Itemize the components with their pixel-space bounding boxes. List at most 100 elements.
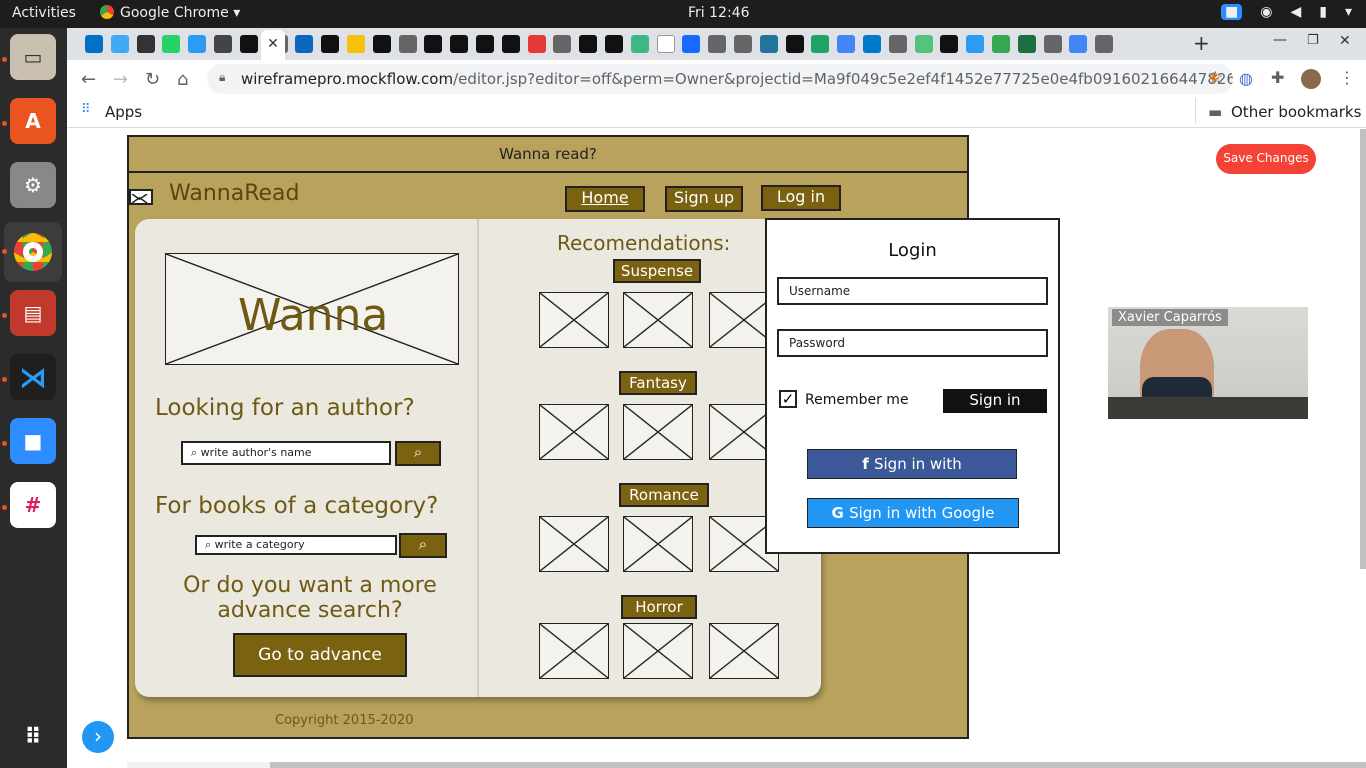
tab-favicon-icon[interactable] [553, 35, 572, 53]
tab-favicon-icon[interactable] [501, 35, 520, 53]
restore-icon[interactable]: ❐ [1307, 33, 1319, 48]
tab-favicon-icon[interactable] [708, 35, 727, 53]
tab-favicon-icon[interactable] [579, 35, 598, 53]
tab-favicon-icon[interactable] [321, 35, 340, 53]
google-signin-label: Sign in with Google [849, 504, 995, 522]
software-center-icon[interactable]: A [10, 98, 56, 144]
tab-favicon-icon[interactable] [162, 35, 181, 53]
tab-favicon-icon[interactable] [605, 35, 623, 53]
system-tray[interactable]: ■ ◉ ◀ ▮ ▾ [1221, 4, 1352, 20]
tab-favicon-icon[interactable] [940, 35, 959, 53]
zoom-icon[interactable]: ■ [10, 418, 56, 464]
tab-favicon-icon[interactable] [837, 35, 856, 53]
minimize-icon[interactable]: — [1273, 32, 1287, 48]
files-icon[interactable]: ▭ [10, 34, 56, 80]
book-spine [477, 219, 479, 697]
tab-favicon-icon[interactable] [450, 35, 469, 53]
tab-favicon-icon[interactable] [1017, 35, 1036, 53]
advance-search-button[interactable]: Go to advance [233, 633, 407, 677]
app-menu[interactable]: Google Chrome ▾ [100, 5, 240, 21]
forward-icon[interactable]: → [113, 69, 128, 90]
tab-favicon-icon[interactable] [811, 35, 830, 53]
tab-favicon-icon[interactable] [85, 35, 103, 53]
category-search-button[interactable]: ⌕ [399, 533, 447, 558]
horizontal-scrollbar-thumb[interactable] [270, 762, 1366, 768]
author-search-button[interactable]: ⌕ [395, 441, 441, 466]
tab-favicon-icon[interactable] [888, 35, 907, 53]
active-tab-close-icon[interactable]: ✕ [261, 30, 285, 60]
tab-favicon-icon[interactable] [656, 35, 675, 53]
participant-name: Xavier Caparrós [1112, 309, 1228, 326]
new-tab-button[interactable]: + [1193, 31, 1210, 55]
tab-favicon-icon[interactable] [914, 35, 933, 53]
chrome-dock-icon[interactable] [4, 222, 62, 282]
username-input[interactable]: Username [777, 277, 1048, 305]
extension-icon[interactable]: ⚘ [1207, 69, 1221, 88]
tab-favicon-icon[interactable] [992, 35, 1010, 53]
tab-favicon-icon[interactable] [347, 35, 365, 53]
clock[interactable]: Fri 12:46 [688, 5, 749, 21]
category-search-input[interactable]: ⌕ write a category [195, 535, 397, 555]
facebook-signin-button[interactable]: f Sign in with [807, 449, 1017, 479]
nav-home-button[interactable]: Home [565, 186, 645, 212]
tab-favicon-icon[interactable] [682, 35, 701, 53]
tab-favicon-icon[interactable] [476, 35, 494, 53]
tab-favicon-icon[interactable] [1069, 35, 1088, 53]
vertical-scrollbar[interactable] [1360, 129, 1366, 569]
password-input[interactable]: Password [777, 329, 1048, 357]
tab-favicon-icon[interactable] [424, 35, 443, 53]
tab-favicon-icon[interactable] [1043, 35, 1062, 53]
profile-avatar[interactable] [1301, 69, 1321, 89]
slack-icon[interactable]: # [10, 482, 56, 528]
settings-icon[interactable]: ⚙ [10, 162, 56, 208]
tab-favicon-icon[interactable] [136, 35, 155, 53]
activities-button[interactable]: Activities [12, 5, 76, 21]
video-call-tile[interactable]: Xavier Caparrós [1108, 307, 1308, 419]
signin-button[interactable]: Sign in [943, 389, 1047, 413]
vscode-icon[interactable]: ⋊ [10, 354, 56, 400]
tab-favicon-icon[interactable] [759, 35, 778, 53]
tab-favicon-icon[interactable] [527, 35, 546, 53]
tab-favicon-icon[interactable] [295, 35, 314, 53]
nav-signup-button[interactable]: Sign up [665, 186, 743, 212]
extensions-puzzle-icon[interactable]: ✚ [1271, 68, 1284, 87]
tab-strip: (function(){ var cols=['#0072c6','#3fa9f… [67, 28, 1366, 60]
hero-text: Wanna [238, 290, 389, 341]
tab-favicon-icon[interactable] [630, 35, 649, 53]
search-icon: ⌕ [418, 535, 428, 553]
save-changes-button[interactable]: Save Changes [1216, 144, 1316, 174]
home-icon[interactable]: ⌂ [177, 69, 188, 90]
url-host: wireframepro.mockflow.com [241, 70, 454, 88]
tab-favicon-icon[interactable] [734, 35, 752, 53]
show-apps-icon[interactable]: ⠿ [10, 714, 56, 760]
apps-bookmark[interactable]: Apps [105, 103, 142, 121]
close-window-icon[interactable]: ✕ [1339, 33, 1351, 49]
google-signin-button[interactable]: G Sign in with Google [807, 498, 1019, 528]
nav-login-button[interactable]: Log in [761, 185, 841, 211]
tab-favicon-icon[interactable] [863, 35, 881, 53]
tab-favicon-icon[interactable] [110, 35, 129, 53]
tab-favicon-icon[interactable] [966, 35, 985, 53]
remember-checkbox[interactable]: ✓ [779, 390, 797, 408]
zoom-tray-icon[interactable]: ■ [1221, 4, 1243, 20]
reload-icon[interactable]: ↻ [145, 69, 160, 90]
expand-panel-button[interactable]: › [82, 721, 114, 753]
tab-favicon-icon[interactable] [372, 35, 391, 53]
tab-favicon-icon[interactable] [239, 35, 258, 53]
url-bar[interactable]: 🔒︎ wireframepro.mockflow.com/editor.jsp?… [207, 64, 1233, 94]
tab-favicon-icon[interactable] [214, 35, 232, 53]
tab-favicon-icon[interactable] [188, 35, 207, 53]
extension-icon[interactable]: ◍ [1239, 69, 1253, 88]
chrome-menu-icon[interactable]: ⋮ [1339, 68, 1355, 87]
wireframe-top-title: Wanna read? [129, 137, 967, 173]
author-search-input[interactable]: ⌕ write author's name [181, 441, 391, 465]
terminal-icon[interactable]: ▤ [10, 290, 56, 336]
chrome-icon [100, 5, 114, 19]
back-icon[interactable]: ← [81, 69, 96, 90]
tab-favicon-icon[interactable] [785, 35, 804, 53]
other-bookmarks[interactable]: Other bookmarks [1231, 103, 1361, 121]
apps-grid-icon[interactable]: ⠿ [81, 102, 91, 117]
tab-favicon-icon[interactable] [1095, 35, 1114, 53]
power-menu-icon[interactable]: ▾ [1345, 4, 1352, 20]
tab-favicon-icon[interactable] [398, 35, 417, 53]
